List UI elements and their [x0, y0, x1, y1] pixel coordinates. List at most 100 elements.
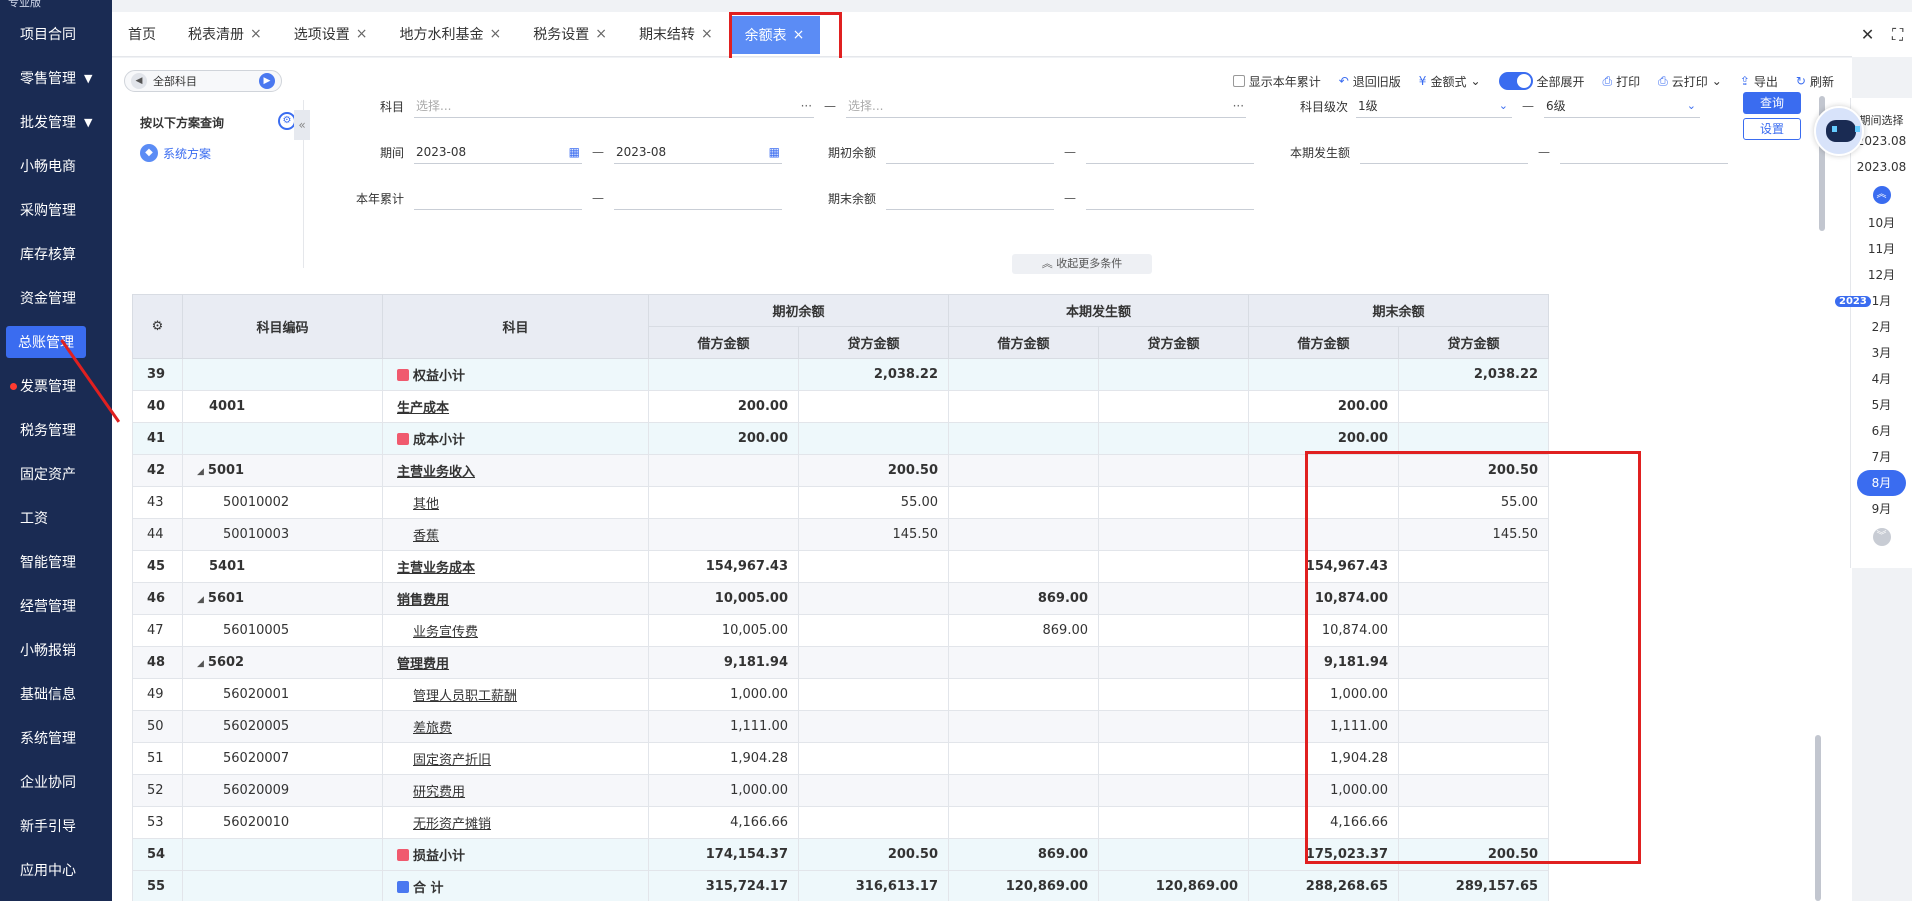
- account-name[interactable]: 固定资产折旧: [382, 742, 649, 775]
- close-all-icon[interactable]: ✕: [1861, 25, 1874, 44]
- account-name-link[interactable]: 主营业务收入: [397, 465, 475, 480]
- month-item[interactable]: 3月: [1851, 340, 1912, 366]
- tab[interactable]: 税务设置 ×: [517, 12, 623, 57]
- sidebar-item[interactable]: 经营管理: [0, 584, 112, 628]
- account-name-link[interactable]: 差旅费: [413, 721, 452, 736]
- expand-icon[interactable]: ◢: [197, 467, 204, 477]
- more-icon[interactable]: ···: [1233, 99, 1244, 113]
- print-button[interactable]: ⎙ 打印: [1603, 73, 1641, 90]
- level-from-select[interactable]: 1级 ⌄: [1356, 94, 1513, 118]
- period-to-input[interactable]: 2023-08 ▦: [614, 140, 783, 164]
- sidebar-item[interactable]: 资金管理: [0, 276, 112, 320]
- account-name[interactable]: 主营业务成本: [382, 550, 649, 583]
- month-item[interactable]: 9月: [1851, 496, 1912, 522]
- subject-to-input[interactable]: 选择... ···: [846, 94, 1247, 118]
- account-name-link[interactable]: 无形资产摊销: [413, 817, 491, 832]
- refresh-button[interactable]: ↻ 刷新: [1796, 73, 1834, 90]
- fullscreen-icon[interactable]: ⛶: [1892, 25, 1903, 45]
- opening-to-input[interactable]: [1086, 140, 1255, 164]
- sidebar-item[interactable]: 新手引导: [0, 804, 112, 848]
- account-name[interactable]: 其他: [382, 486, 649, 519]
- sidebar-item[interactable]: 库存核算: [0, 232, 112, 276]
- account-name[interactable]: 管理费用: [382, 646, 649, 679]
- account-name-link[interactable]: 生产成本: [397, 401, 449, 416]
- month-item[interactable]: 7月: [1851, 444, 1912, 470]
- tab[interactable]: 首页: [112, 12, 172, 57]
- header-name[interactable]: 科目: [382, 294, 649, 359]
- month-item[interactable]: 12月: [1851, 262, 1912, 288]
- sidebar-item[interactable]: 项目合同: [0, 12, 112, 56]
- account-name[interactable]: 管理人员职工薪酬: [382, 678, 649, 711]
- close-icon[interactable]: ×: [489, 26, 501, 42]
- current-to-input[interactable]: [1560, 140, 1729, 164]
- account-name[interactable]: 生产成本: [382, 390, 649, 423]
- sidebar-item[interactable]: 智能管理: [0, 540, 112, 584]
- gear-icon[interactable]: ⚙: [152, 319, 164, 334]
- sidebar-item[interactable]: 企业协同: [0, 760, 112, 804]
- tab[interactable]: 期末结转 ×: [623, 12, 729, 57]
- account-name[interactable]: 损益小计: [382, 838, 649, 871]
- account-name-link[interactable]: 固定资产折旧: [413, 753, 491, 768]
- subject-from-input[interactable]: 选择... ···: [414, 94, 815, 118]
- account-name-link[interactable]: 主营业务成本: [397, 561, 475, 576]
- table-row[interactable]: 39 权益小计 2,038.22 2,038.22: [132, 358, 1550, 391]
- export-button[interactable]: ⇪ 导出: [1740, 73, 1778, 90]
- calendar-icon[interactable]: ▦: [569, 145, 580, 159]
- system-plan-link[interactable]: ◆ 系统方案: [140, 144, 211, 162]
- query-button[interactable]: 查询: [1743, 92, 1801, 114]
- show-year-total-checkbox[interactable]: 显示本年累计: [1232, 73, 1321, 90]
- collapse-more-conditions-button[interactable]: ︽ 收起更多条件: [1012, 254, 1152, 274]
- amount-style-select[interactable]: ¥ 金额式 ⌄: [1419, 73, 1481, 90]
- account-name-link[interactable]: 研究费用: [413, 785, 465, 800]
- calendar-icon[interactable]: ▦: [769, 145, 780, 159]
- column-settings-header[interactable]: ⚙: [132, 294, 183, 359]
- sidebar-item[interactable]: 小畅报销: [0, 628, 112, 672]
- table-scrollbar[interactable]: [1815, 735, 1821, 901]
- account-name[interactable]: 主营业务收入: [382, 454, 649, 487]
- settings-button[interactable]: 设置: [1743, 118, 1801, 140]
- account-name[interactable]: 销售费用: [382, 582, 649, 615]
- current-from-input[interactable]: [1360, 140, 1529, 164]
- sidebar-item[interactable]: 税务管理: [0, 408, 112, 452]
- tab[interactable]: 地方水利基金 ×: [383, 12, 517, 57]
- closing-from-input[interactable]: [886, 186, 1055, 210]
- table-row[interactable]: 41 成本小计 200.00 200.00: [132, 422, 1550, 455]
- account-name-link[interactable]: 其他: [413, 497, 439, 512]
- sidebar-item[interactable]: 采购管理: [0, 188, 112, 232]
- close-icon[interactable]: ×: [595, 26, 607, 42]
- expand-icon[interactable]: ◢: [197, 595, 204, 605]
- close-icon[interactable]: ×: [250, 26, 262, 42]
- year-total-to-input[interactable]: [614, 186, 783, 210]
- sidebar-item[interactable]: 零售管理 ▼: [0, 56, 112, 100]
- sidebar-item[interactable]: 工资: [0, 496, 112, 540]
- prev-arrow-icon[interactable]: ◀: [131, 73, 147, 89]
- sidebar-item[interactable]: 应用中心: [0, 848, 112, 892]
- account-name-link[interactable]: 销售费用: [397, 593, 449, 608]
- tab[interactable]: 选项设置 ×: [278, 12, 384, 57]
- header-code[interactable]: 科目编码: [182, 294, 383, 359]
- subject-select[interactable]: ◀ 全部科目 ▶: [124, 70, 282, 92]
- account-name[interactable]: 业务宣传费: [382, 614, 649, 647]
- month-item[interactable]: 8月: [1857, 470, 1906, 496]
- month-item[interactable]: 11月: [1851, 236, 1912, 262]
- opening-from-input[interactable]: [886, 140, 1055, 164]
- expand-icon[interactable]: ◢: [197, 659, 204, 669]
- level-to-select[interactable]: 6级 ⌄: [1544, 94, 1701, 118]
- account-name[interactable]: 成本小计: [382, 422, 649, 455]
- sidebar-item[interactable]: 基础信息: [0, 672, 112, 716]
- account-name-link[interactable]: 香蕉: [413, 529, 439, 544]
- month-item[interactable]: 5月: [1851, 392, 1912, 418]
- period-from-input[interactable]: 2023-08 ▦: [414, 140, 583, 164]
- toggle-switch[interactable]: [1498, 72, 1533, 90]
- account-name[interactable]: 香蕉: [382, 518, 649, 551]
- month-item[interactable]: 2月: [1851, 314, 1912, 340]
- account-name-link[interactable]: 管理人员职工薪酬: [413, 689, 517, 704]
- account-name-link[interactable]: 业务宣传费: [413, 625, 478, 640]
- back-old-version-button[interactable]: ↶ 退回旧版: [1339, 73, 1401, 90]
- sidebar-item[interactable]: 系统管理: [0, 716, 112, 760]
- table-row[interactable]: 40 4001 生产成本 200.00 200.00: [132, 390, 1550, 423]
- chevron-up-icon[interactable]: ︽: [1872, 186, 1891, 204]
- next-arrow-icon[interactable]: ▶: [259, 73, 275, 89]
- more-icon[interactable]: ···: [801, 99, 812, 113]
- account-name[interactable]: 合 计: [382, 870, 649, 901]
